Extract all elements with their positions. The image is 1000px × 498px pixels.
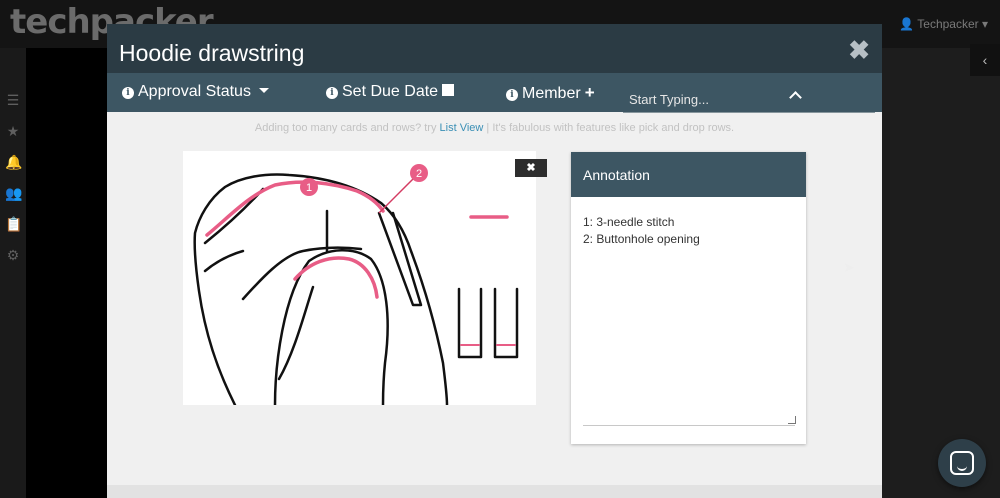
- marker-2[interactable]: 2: [416, 168, 422, 180]
- member-search: [623, 83, 875, 113]
- info-icon: i: [506, 89, 518, 101]
- card-modal: Hoodie drawstring ✖ i Approval Status i Se…: [107, 24, 882, 498]
- chat-icon: [950, 451, 974, 475]
- modal-header: Hoodie drawstring ✖: [107, 24, 882, 73]
- annotation-heading: Annotation: [571, 152, 806, 197]
- annotation-panel: Annotation 1: 3-needle stitch 2: Buttonh…: [571, 152, 806, 444]
- gear-icon[interactable]: ⚙: [5, 247, 21, 263]
- approval-status-label: Approval Status: [138, 83, 251, 100]
- user-menu[interactable]: 👤 Techpacker ▾: [899, 17, 988, 31]
- approval-status-dropdown[interactable]: i Approval Status: [122, 83, 269, 101]
- set-due-date-button[interactable]: i Set Due Date: [326, 83, 455, 101]
- info-icon: i: [326, 87, 338, 99]
- sketch-image[interactable]: 1 2 ✖: [183, 151, 547, 407]
- left-sidebar: ☰ ★ 🔔 👥 📋 ⚙: [0, 48, 26, 498]
- chevron-left-icon[interactable]: ‹: [970, 44, 1000, 76]
- caret-down-icon: [258, 88, 269, 93]
- hint-suffix: | It's fabulous with features like pick …: [483, 122, 735, 134]
- set-due-date-label: Set Due Date: [342, 83, 439, 100]
- users-icon[interactable]: 👥: [5, 185, 22, 201]
- background-panel: [882, 48, 1000, 498]
- annotation-textarea[interactable]: 1: 3-needle stitch 2: Buttonhole opening: [583, 214, 795, 426]
- bell-icon[interactable]: 🔔: [5, 154, 22, 170]
- member-label: Member: [522, 85, 581, 102]
- user-name: Techpacker: [917, 17, 979, 31]
- hoodie-sketch: 1 2: [193, 164, 519, 407]
- plus-icon: +: [584, 83, 595, 102]
- member-button[interactable]: i Member +: [506, 83, 595, 103]
- list-view-link[interactable]: List View: [440, 122, 484, 134]
- clipboard-icon[interactable]: 📋: [5, 216, 22, 232]
- resize-handle[interactable]: [788, 416, 796, 424]
- modal-title: Hoodie drawstring: [119, 40, 305, 66]
- hint-prefix: Adding too many cards and rows? try: [254, 122, 440, 134]
- mouse-cursor: ➤: [843, 259, 855, 275]
- close-icon[interactable]: ✖: [848, 35, 870, 66]
- marker-1[interactable]: 1: [306, 182, 312, 194]
- info-icon: i: [122, 87, 134, 99]
- close-icon[interactable]: ✖: [515, 159, 547, 177]
- calendar-icon: [442, 84, 455, 96]
- user-icon: 👤: [899, 17, 915, 31]
- list-icon[interactable]: ☰: [5, 92, 21, 108]
- star-icon[interactable]: ★: [5, 123, 21, 139]
- modal-footer: [107, 485, 882, 498]
- chat-launcher[interactable]: [938, 439, 986, 487]
- list-view-hint: Adding too many cards and rows? try List…: [107, 122, 882, 134]
